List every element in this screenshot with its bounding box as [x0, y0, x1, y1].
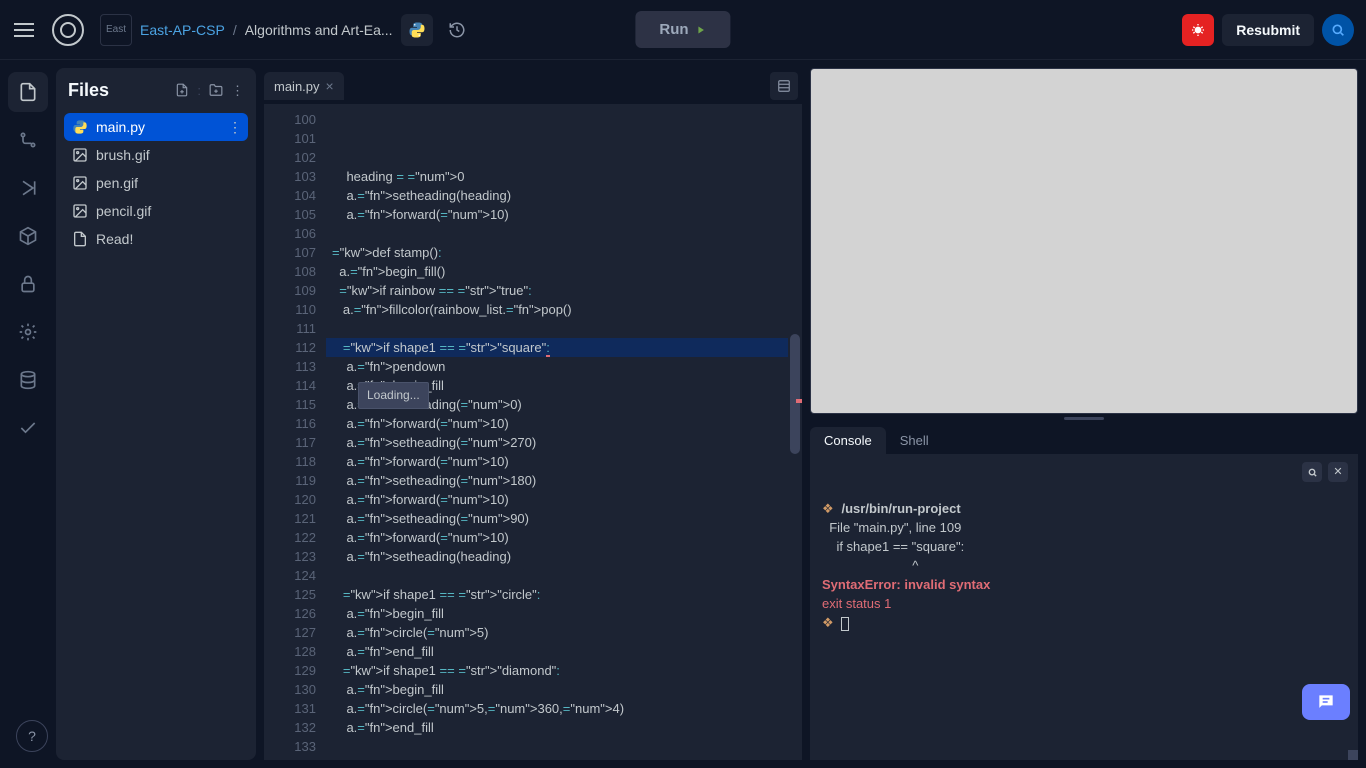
console-output[interactable]: ✕ ❖ /usr/bin/run-project File "main.py",…	[810, 454, 1358, 760]
code-line[interactable]: a.="fn">forward(="num">10)	[326, 205, 802, 224]
hover-tooltip: Loading...	[358, 382, 429, 409]
file-icon	[72, 231, 88, 247]
files-more-icon[interactable]: ⋮	[231, 83, 244, 99]
editor-scrollbar[interactable]	[788, 104, 802, 760]
line-gutter: 1001011021031041051061071081091101111121…	[264, 104, 326, 760]
code-line[interactable]: ="kw">if shape1 == ="str">"square":	[326, 338, 802, 357]
replit-logo-icon[interactable]	[52, 14, 84, 46]
code-editor[interactable]: 1001011021031041051061071081091101111121…	[264, 104, 802, 760]
python-icon	[72, 119, 88, 135]
code-line[interactable]: a.="fn">forward(="num">10)	[326, 490, 802, 509]
code-line[interactable]: a.="fn">fillcolor(rainbow_list.="fn">pop…	[326, 300, 802, 319]
image-icon	[72, 203, 88, 219]
code-line[interactable]: a.="fn">circle(="num">5,="num">360,="num…	[326, 699, 802, 718]
help-button[interactable]: ?	[16, 720, 48, 752]
header: East East-AP-CSP / Algorithms and Art-Ea…	[0, 0, 1366, 60]
sidebar-rail	[0, 60, 56, 768]
breadcrumb: East-AP-CSP / Algorithms and Art-Ea...	[140, 22, 393, 38]
code-line[interactable]: ="kw">def stamp():	[326, 243, 802, 262]
file-name: pencil.gif	[96, 203, 151, 219]
terminal-tab-console[interactable]: Console	[810, 427, 886, 454]
code-line[interactable]: a.="fn">setheading(="num">90)	[326, 509, 802, 528]
editor-tabs: main.py ×	[264, 68, 802, 104]
code-line[interactable]: a.="fn">pendown	[326, 357, 802, 376]
breadcrumb-separator: /	[233, 22, 237, 38]
rail-debugger-icon[interactable]	[8, 168, 48, 208]
code-line[interactable]: a.="fn">setheading(heading)	[326, 547, 802, 566]
run-button[interactable]: Run	[635, 11, 730, 48]
prompt-icon: ❖	[822, 501, 834, 516]
code-line[interactable]: ="kw">if rainbow == ="str">"true":	[326, 281, 802, 300]
code-line[interactable]: a.="fn">end_fill	[326, 642, 802, 661]
code-line[interactable]: a.="fn">setheading(heading)	[326, 186, 802, 205]
code-line[interactable]: a.="fn">end_fill()	[326, 756, 802, 760]
image-icon	[72, 147, 88, 163]
console-clear-icon[interactable]: ✕	[1328, 462, 1348, 482]
code-line[interactable]: a.="fn">end_fill	[326, 718, 802, 737]
terminal-tab-shell[interactable]: Shell	[886, 427, 943, 454]
console-search-icon[interactable]	[1302, 462, 1322, 482]
code-line[interactable]	[326, 319, 802, 338]
output-pane: ConsoleShell ✕ ❖ /usr/bin/run-project Fi…	[810, 68, 1358, 760]
history-icon[interactable]	[441, 14, 473, 46]
file-item-pen-gif[interactable]: pen.gif	[64, 169, 248, 197]
main-area: Files : ⋮ main.py⋮brush.gifpen.gifpencil…	[0, 60, 1366, 768]
code-line[interactable]: a.="fn">forward(="num">10)	[326, 414, 802, 433]
output-canvas[interactable]	[810, 68, 1358, 414]
resubmit-button[interactable]: Resubmit	[1222, 14, 1314, 46]
terminal-tabs: ConsoleShell	[810, 422, 1358, 454]
code-line[interactable]: a.="fn">forward(="num">10)	[326, 528, 802, 547]
code-line[interactable]: a.="fn">setheading(="num">270)	[326, 433, 802, 452]
rail-database-icon[interactable]	[8, 360, 48, 400]
editor-area: main.py × 100101102103104105106107108109…	[264, 68, 802, 760]
prompt-icon: ❖	[822, 615, 834, 630]
file-name: pen.gif	[96, 175, 138, 191]
file-item-pencil-gif[interactable]: pencil.gif	[64, 197, 248, 225]
file-name: Read!	[96, 231, 133, 247]
team-avatar[interactable]: East	[100, 14, 132, 46]
search-button[interactable]	[1322, 14, 1354, 46]
file-item-main-py[interactable]: main.py ⋮	[64, 113, 248, 141]
rail-files-icon[interactable]	[8, 72, 48, 112]
python-icon[interactable]	[401, 14, 433, 46]
new-file-icon[interactable]	[175, 83, 189, 99]
files-panel: Files : ⋮ main.py⋮brush.gifpen.gifpencil…	[56, 68, 256, 760]
new-folder-icon[interactable]	[209, 83, 223, 99]
code-line[interactable]	[326, 224, 802, 243]
code-line[interactable]	[326, 566, 802, 585]
file-more-icon[interactable]: ⋮	[228, 119, 242, 136]
rail-packages-icon[interactable]	[8, 216, 48, 256]
code-line[interactable]	[326, 737, 802, 756]
terminal-cursor	[841, 617, 849, 631]
file-name: main.py	[96, 119, 145, 135]
code-line[interactable]: ="kw">if shape1 == ="str">"circle":	[326, 585, 802, 604]
terminal-scrollbar[interactable]	[1348, 750, 1358, 760]
editor-layout-icon[interactable]	[770, 72, 798, 100]
bug-report-button[interactable]	[1182, 14, 1214, 46]
rail-settings-icon[interactable]	[8, 312, 48, 352]
chat-button[interactable]	[1302, 684, 1350, 720]
breadcrumb-project[interactable]: Algorithms and Art-Ea...	[245, 22, 393, 38]
rail-tests-icon[interactable]	[8, 408, 48, 448]
file-item-brush-gif[interactable]: brush.gif	[64, 141, 248, 169]
code-line[interactable]: ="kw">if shape1 == ="str">"diamond":	[326, 661, 802, 680]
tab-main-py[interactable]: main.py ×	[264, 72, 344, 100]
code-line[interactable]: a.="fn">forward(="num">10)	[326, 452, 802, 471]
pane-resize-handle[interactable]	[810, 414, 1358, 422]
code-line[interactable]: a.="fn">begin_fill()	[326, 262, 802, 281]
code-line[interactable]: heading = ="num">0	[326, 167, 802, 186]
tab-close-icon[interactable]: ×	[326, 78, 334, 94]
code-line[interactable]: a.="fn">begin_fill	[326, 680, 802, 699]
code-line[interactable]: a.="fn">begin_fill	[326, 604, 802, 623]
image-icon	[72, 175, 88, 191]
files-title: Files	[68, 80, 109, 101]
code-line[interactable]: a.="fn">circle(="num">5)	[326, 623, 802, 642]
file-item-Read-[interactable]: Read!	[64, 225, 248, 253]
breadcrumb-team-link[interactable]: East-AP-CSP	[140, 22, 225, 38]
code-line[interactable]: a.="fn">setheading(="num">180)	[326, 471, 802, 490]
file-name: brush.gif	[96, 147, 150, 163]
rail-secrets-icon[interactable]	[8, 264, 48, 304]
menu-icon[interactable]	[12, 18, 36, 42]
rail-version-icon[interactable]	[8, 120, 48, 160]
